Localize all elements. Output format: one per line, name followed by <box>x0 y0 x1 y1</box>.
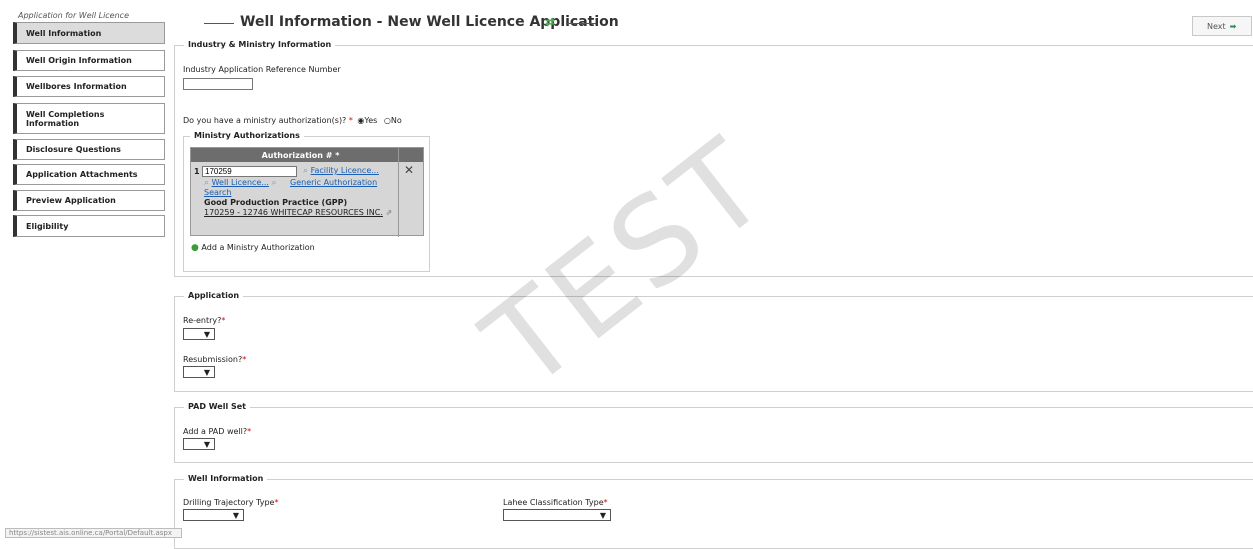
radio-yes-label: Yes <box>364 116 378 125</box>
chevron-down-icon: ▼ <box>599 510 606 520</box>
ministry-auth-question: Do you have a ministry authorization(s)?… <box>183 116 402 125</box>
resubmission-select[interactable]: ▼ <box>183 366 215 378</box>
sidebar-item-preview[interactable]: Preview Application <box>13 190 165 211</box>
sidebar-item-well-information[interactable]: Well Information <box>13 22 165 44</box>
ministry-auth-question-text: Do you have a ministry authorization(s)? <box>183 116 347 125</box>
sidebar-item-label: Disclosure Questions <box>26 145 121 154</box>
ministry-authorizations-group: Ministry Authorizations Authorization # … <box>183 131 430 272</box>
title-divider-left <box>204 23 234 24</box>
lahee-label-text: Lahee Classification Type <box>503 498 604 507</box>
sidebar-item-label: Well Origin Information <box>26 56 132 65</box>
reentry-label: Re-entry?* <box>183 316 225 325</box>
required-marker: * <box>603 498 608 507</box>
sidebar-item-well-completions[interactable]: Well Completions Information <box>13 103 165 134</box>
chevron-down-icon: ▼ <box>203 367 210 377</box>
practice-name: Good Production Practice (GPP) <box>204 198 348 207</box>
chevron-down-icon: ▼ <box>203 329 210 339</box>
reentry-label-text: Re-entry? <box>183 316 222 325</box>
sidebar-item-label: Wellbores Information <box>26 82 127 91</box>
section-legend: Application <box>184 291 244 300</box>
title-divider-right <box>566 23 596 24</box>
ministry-legend: Ministry Authorizations <box>190 131 304 140</box>
authorization-input[interactable] <box>202 166 297 177</box>
arrow-right-icon: ➡ <box>1229 21 1237 31</box>
refresh-icon[interactable]: ⇄ <box>545 15 555 29</box>
sidebar-item-eligibility[interactable]: Eligibility <box>13 215 165 237</box>
add-icon: ● <box>191 243 199 253</box>
company-lookup[interactable]: 170259 - 12746 WHITECAP RESOURCES INC. ⇗ <box>204 208 396 217</box>
external-link-icon[interactable]: ⇗ <box>385 208 392 217</box>
required-marker: * <box>221 316 226 325</box>
add-ministry-authorization[interactable]: ● Add a Ministry Authorization <box>191 243 315 253</box>
application-section: Application <box>174 291 1253 392</box>
search-icon: ⌕ <box>303 166 309 176</box>
required-marker: * <box>274 498 279 507</box>
pad-well-set-section: PAD Well Set <box>174 402 1253 463</box>
sidebar-caption: Application for Well Licence <box>18 11 129 20</box>
sidebar-item-label: Application Attachments <box>26 170 138 179</box>
pad-well-select[interactable]: ▼ <box>183 438 215 450</box>
required-marker: * <box>348 116 353 125</box>
generic-auth-lookup[interactable]: Generic Authorization Search <box>204 178 396 198</box>
reentry-select[interactable]: ▼ <box>183 328 215 340</box>
trajectory-label: Drilling Trajectory Type* <box>183 498 278 507</box>
status-bar-url: https://sistest.ais.online.ca/Portal/Def… <box>5 528 182 538</box>
row-number: 1 <box>194 167 200 176</box>
required-marker: * <box>247 427 252 436</box>
sidebar-item-label: Eligibility <box>26 221 69 231</box>
column-divider <box>398 148 399 237</box>
lahee-label: Lahee Classification Type* <box>503 498 608 507</box>
resubmission-label-text: Resubmission? <box>183 355 243 364</box>
page-title: Well Information - New Well Licence Appl… <box>240 14 619 30</box>
next-label: Next <box>1207 21 1226 31</box>
lahee-select[interactable]: ▼ <box>503 509 611 521</box>
required-marker: * <box>242 355 247 364</box>
column-header-authorization: Authorization # * <box>261 151 340 160</box>
sidebar-item-well-origin[interactable]: Well Origin Information <box>13 50 165 71</box>
table-header: Authorization # * <box>191 148 423 237</box>
facility-licence-link[interactable]: Facility Licence... <box>311 166 379 175</box>
chevron-down-icon: ▼ <box>203 439 210 449</box>
sidebar-item-disclosure[interactable]: Disclosure Questions <box>13 139 165 160</box>
pad-add-label-text: Add a PAD well? <box>183 427 248 436</box>
pad-add-label: Add a PAD well?* <box>183 427 251 436</box>
sidebar-item-label: Well Completions Information <box>26 109 105 128</box>
sidebar-item-label: Well Information <box>26 28 102 38</box>
sidebar-item-label: Preview Application <box>26 196 116 205</box>
section-legend: Industry & Ministry Information <box>184 40 336 49</box>
industry-ref-input[interactable] <box>183 78 253 90</box>
well-information-section: Well Information <box>174 474 1253 549</box>
ministry-authorizations-table: Authorization # * 1 ⌕ Facility Licence..… <box>190 147 424 237</box>
next-button[interactable]: Next ➡ <box>1192 16 1252 36</box>
section-legend: PAD Well Set <box>184 402 250 411</box>
industry-ref-label: Industry Application Reference Number <box>183 65 341 74</box>
resubmission-label: Resubmission?* <box>183 355 246 364</box>
section-legend: Well Information <box>184 474 268 483</box>
sidebar-item-wellbores[interactable]: Wellbores Information <box>13 76 165 97</box>
generic-authorization-link[interactable]: Generic Authorization Search <box>204 178 377 197</box>
trajectory-label-text: Drilling Trajectory Type <box>183 498 275 507</box>
facility-licence-lookup[interactable]: ⌕ Facility Licence... <box>303 166 379 176</box>
trajectory-select[interactable]: ▼ <box>183 509 244 521</box>
chevron-down-icon: ▼ <box>232 510 239 520</box>
add-ministry-label: Add a Ministry Authorization <box>201 243 315 252</box>
radio-no-label: No <box>390 116 402 125</box>
company-link[interactable]: 170259 - 12746 WHITECAP RESOURCES INC. <box>204 208 383 217</box>
radio-no[interactable]: ○ <box>384 116 391 125</box>
sidebar-item-attachments[interactable]: Application Attachments <box>13 164 165 185</box>
remove-row-icon[interactable]: ✕ <box>404 163 414 177</box>
